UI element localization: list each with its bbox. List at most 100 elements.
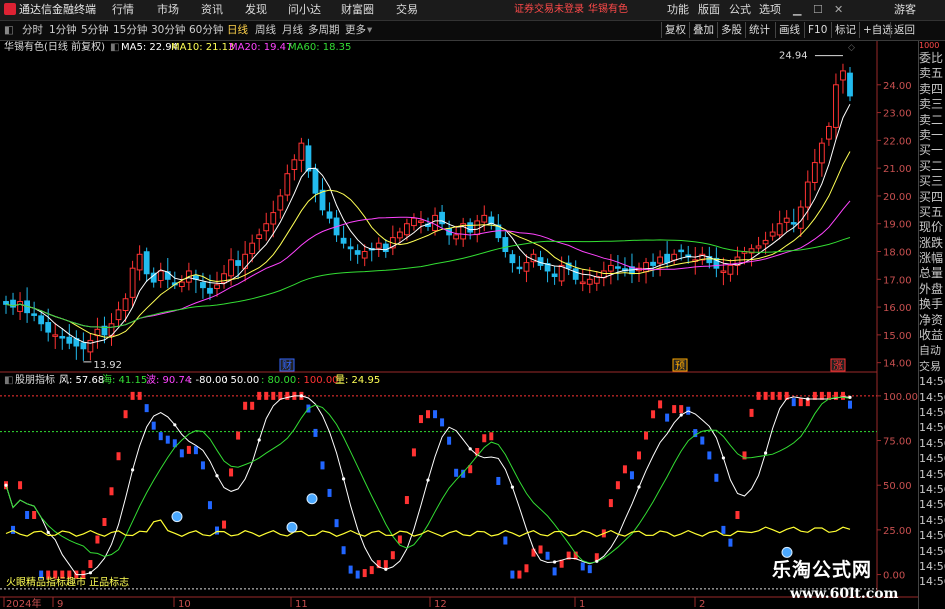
sidebar-item[interactable]: 14:56 <box>919 390 945 405</box>
menu-options[interactable]: 选项 <box>759 0 781 20</box>
candle-body <box>586 278 593 285</box>
sidebar-item[interactable]: 14:56 <box>919 559 945 574</box>
oscillator-step <box>840 391 845 400</box>
stock-chart[interactable]: 14.00 15.00 16.00 17.00 18.00 19.00 20.00 21.00… <box>0 41 918 609</box>
period-multi[interactable]: 多周期 <box>308 21 340 40</box>
chevron-down-icon[interactable]: ▾ <box>367 21 372 40</box>
sidebar-item[interactable]: 14:56 <box>919 544 945 559</box>
period-monthly[interactable]: 月线 <box>282 21 303 40</box>
toolbar-toggle-icon[interactable]: ◧ <box>4 21 14 40</box>
f10-button[interactable]: F10 <box>804 22 830 38</box>
guest-label[interactable]: 游客 <box>894 0 916 20</box>
candle-body <box>474 220 481 236</box>
mark-button[interactable]: 标记 <box>831 22 859 38</box>
menu-formula[interactable]: 公式 <box>729 0 751 20</box>
sidebar-item[interactable]: 买二 <box>919 159 945 174</box>
sidebar-item[interactable]: 14:56 <box>919 513 945 528</box>
sidebar-item[interactable]: 交易 <box>919 359 945 374</box>
sidebar-item[interactable]: 涨幅 <box>919 251 945 266</box>
sidebar-item[interactable]: 卖一 <box>919 128 945 143</box>
sidebar-item[interactable]: 收益 <box>919 328 945 343</box>
period-weekly[interactable]: 周线 <box>255 21 276 40</box>
sidebar-item[interactable]: 总量 <box>919 266 945 281</box>
fast-line-dot <box>342 477 346 481</box>
overlay-button[interactable]: 叠加 <box>689 22 717 38</box>
sidebar-item[interactable]: 卖四 <box>919 82 945 97</box>
candle-body <box>551 273 558 278</box>
menu-ask[interactable]: 问小达 <box>288 0 321 20</box>
menu-discover[interactable]: 发现 <box>245 0 267 20</box>
sidebar-item[interactable]: 委比 <box>919 51 945 66</box>
sidebar-item[interactable]: 14:56 <box>919 528 945 543</box>
candle-body <box>277 195 284 211</box>
menu-function[interactable]: 功能 <box>667 0 689 20</box>
candle-body <box>207 287 213 294</box>
candle-body <box>615 266 621 269</box>
sidebar-item[interactable]: 14:56 <box>919 374 945 389</box>
sidebar-item[interactable]: 外盘 <box>919 282 945 297</box>
sidebar-item[interactable]: 卖二 <box>919 113 945 128</box>
menu-wealth[interactable]: 财富圈 <box>341 0 374 20</box>
oscillator-step <box>313 428 318 437</box>
oscillator-step <box>848 400 852 409</box>
oscillator-step <box>109 487 114 496</box>
sidebar-item[interactable]: 14:56 <box>919 405 945 420</box>
adjust-button[interactable]: 复权 <box>661 22 689 38</box>
close-icon[interactable]: ✕ <box>834 0 843 20</box>
sidebar-item[interactable]: 买五 <box>919 205 945 220</box>
period-5min[interactable]: 5分钟 <box>81 21 109 40</box>
sidebar-item[interactable]: 14:56 <box>919 467 945 482</box>
sidebar-item[interactable]: 14:56 <box>919 574 945 589</box>
period-15min[interactable]: 15分钟 <box>113 21 147 40</box>
sidebar-item[interactable]: 现价 <box>919 220 945 235</box>
oscillator-step <box>763 391 768 400</box>
period-30min[interactable]: 30分钟 <box>151 21 185 40</box>
period-60min[interactable]: 60分钟 <box>189 21 223 40</box>
sidebar-item[interactable]: 净资 <box>919 313 945 328</box>
statistics-button[interactable]: 统计 <box>745 22 773 38</box>
sidebar-item[interactable]: 14:56 <box>919 420 945 435</box>
draw-line-button[interactable]: 画线 <box>775 22 803 38</box>
candle-body <box>396 231 403 239</box>
menu-quotes[interactable]: 行情 <box>112 0 134 20</box>
period-more[interactable]: 更多 <box>345 21 366 40</box>
candle-body <box>650 261 656 266</box>
oscillator-step <box>637 451 641 460</box>
sidebar-item[interactable]: 卖三 <box>919 97 945 112</box>
oscillator-step <box>707 451 712 460</box>
period-1min[interactable]: 1分钟 <box>49 21 77 40</box>
fast-line-dot <box>553 560 557 564</box>
candle-body <box>66 336 73 344</box>
candle-body <box>382 243 389 253</box>
sidebar-item[interactable]: 自动 <box>919 343 945 358</box>
oscillator-step <box>658 400 663 409</box>
sidebar-item[interactable]: 14:56 <box>919 436 945 451</box>
sidebar-item[interactable]: 14:56 <box>919 482 945 497</box>
menu-layout[interactable]: 版面 <box>698 0 720 20</box>
sidebar-item[interactable]: 买一 <box>919 143 945 158</box>
menu-trade[interactable]: 交易 <box>396 0 418 20</box>
restore-icon[interactable]: ☐ <box>813 0 823 20</box>
menu-news[interactable]: 资讯 <box>201 0 223 20</box>
period-intraday[interactable]: 分时 <box>22 21 43 40</box>
oscillator-step <box>622 465 627 474</box>
sidebar-item[interactable]: 换手 <box>919 297 945 312</box>
sidebar-item[interactable]: 买三 <box>919 174 945 189</box>
sidebar-item[interactable]: 卖五 <box>919 66 945 81</box>
period-daily[interactable]: 日线 <box>227 21 248 40</box>
login-warning[interactable]: 证券交易未登录 <box>514 0 584 20</box>
diamond-icon: ◇ <box>848 43 855 53</box>
back-button[interactable]: 返回 <box>890 22 918 38</box>
minimize-icon[interactable]: ▁ <box>793 0 801 20</box>
oscillator-step <box>130 391 135 400</box>
candle-body <box>657 256 664 264</box>
oscillator-step <box>123 410 128 419</box>
sidebar-item[interactable]: 14:56 <box>919 497 945 512</box>
candle-body <box>319 189 326 211</box>
sidebar-item[interactable]: 买四 <box>919 190 945 205</box>
oscillator-step <box>714 473 719 482</box>
menu-market[interactable]: 市场 <box>157 0 179 20</box>
sidebar-item[interactable]: 涨跌 <box>919 236 945 251</box>
sidebar-item[interactable]: 14:56 <box>919 451 945 466</box>
multi-stock-button[interactable]: 多股 <box>717 22 745 38</box>
